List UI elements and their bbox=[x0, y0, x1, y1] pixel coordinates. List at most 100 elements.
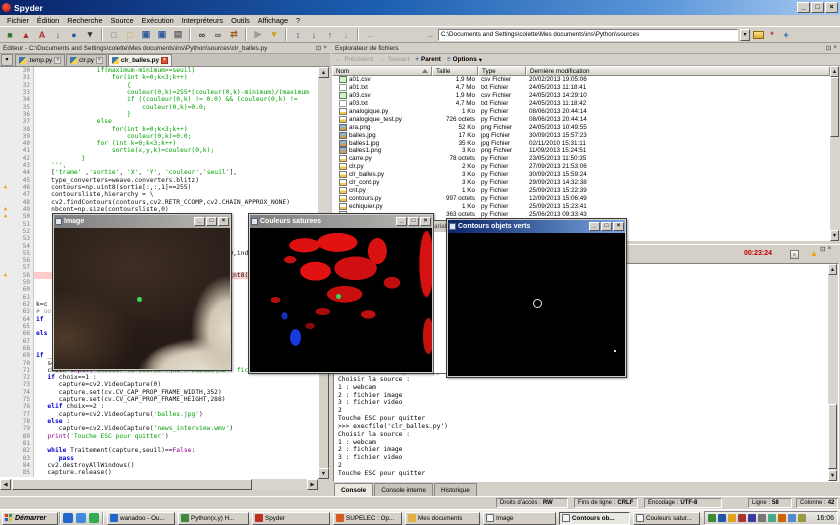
minimize-button[interactable]: _ bbox=[194, 217, 205, 226]
find-in-files-icon[interactable]: ∞ bbox=[211, 28, 225, 42]
file-row[interactable]: carre.py78 octetspy Fichier23/05/2013 11… bbox=[332, 155, 830, 163]
code-line[interactable]: 84 cv2.destroyAllWindows() bbox=[0, 462, 318, 469]
code-line[interactable]: 35 couleur(0,k)=0.0; bbox=[0, 104, 318, 111]
syspath-icon[interactable]: * bbox=[766, 29, 778, 41]
task-button-image[interactable]: Image bbox=[483, 512, 556, 525]
code-line[interactable]: 39 couleur(0,k)=0.0; bbox=[0, 133, 318, 140]
file-row[interactable]: balles.jpg17 Kojpg Fichier30/09/2013 15:… bbox=[332, 131, 830, 139]
parent-button[interactable]: +Parent bbox=[415, 56, 441, 63]
menu-item-excution[interactable]: Exécution bbox=[138, 16, 178, 25]
image-window[interactable]: Image _ □ × bbox=[52, 213, 232, 371]
menu-item-dition[interactable]: Édition bbox=[33, 16, 63, 25]
file-row[interactable]: contours.py997 octetspy Fichier12/09/201… bbox=[332, 194, 830, 202]
column-header-taille[interactable]: Taille bbox=[432, 66, 478, 76]
scroll-up-icon[interactable]: ▲ bbox=[828, 264, 837, 275]
code-line[interactable]: 48 cv2.findContours(contours,cv2.RETR_CC… bbox=[0, 199, 318, 206]
file-row[interactable]: a03.csv1,9 Mocsv Fichier24/05/2013 14:29… bbox=[332, 92, 830, 100]
scroll-right-icon[interactable]: ▶ bbox=[307, 479, 318, 490]
close-button[interactable]: × bbox=[613, 222, 624, 231]
tray-icon-6[interactable] bbox=[758, 514, 766, 522]
quick-launch-icon-2[interactable] bbox=[76, 513, 86, 523]
stop-debug-icon[interactable]: ↓ bbox=[339, 28, 353, 42]
print-icon[interactable]: ▤ bbox=[171, 28, 185, 42]
scrollbar-thumb[interactable] bbox=[12, 479, 252, 490]
editor-tab-clrpy[interactable]: clr.py× bbox=[66, 54, 107, 66]
minimize-button[interactable]: _ bbox=[396, 217, 407, 226]
save-icon[interactable]: ▣ bbox=[139, 28, 153, 42]
tab-close-icon[interactable]: × bbox=[96, 57, 103, 64]
code-line[interactable]: 31 for(int k=0;k<3;k++) bbox=[0, 74, 318, 81]
file-row[interactable]: analogique.py1 Kopy Fichier08/06/2013 20… bbox=[332, 108, 830, 116]
close-button[interactable]: × bbox=[218, 217, 229, 226]
console-scrollbar[interactable]: ▲ ▼ bbox=[828, 264, 838, 481]
task-button-contoursob[interactable]: Contours ob... bbox=[559, 512, 630, 525]
code-line[interactable]: ▲46 contours=np.uint8(sortie[:,:,1]==255… bbox=[0, 184, 318, 191]
code-line[interactable]: 34 if ((couleur(0,k) != 0.0) && (couleur… bbox=[0, 96, 318, 103]
saturated-colors-window[interactable]: Couleurs saturees _ □ × bbox=[248, 213, 434, 374]
file-row[interactable]: echiquier.py1 Kopy Fichier25/09/2013 15:… bbox=[332, 202, 830, 210]
code-line[interactable]: 85 capture.release() bbox=[0, 469, 318, 476]
file-row[interactable]: a01.txt4,7 Motxt Fichier24/05/2013 11:18… bbox=[332, 84, 830, 92]
menu-item-interprteurs[interactable]: Interpréteurs bbox=[178, 16, 227, 25]
close-button[interactable]: × bbox=[825, 2, 838, 13]
code-line[interactable]: 43 ''', bbox=[0, 162, 318, 169]
scroll-up-icon[interactable]: ▲ bbox=[318, 67, 329, 78]
file-row[interactable]: ara.png52 Kopng Fichier24/05/2013 10:49:… bbox=[332, 123, 830, 131]
task-button-wanadooou[interactable]: wanadoo - Ou... bbox=[107, 512, 175, 525]
find-icon[interactable]: ∞ bbox=[195, 28, 209, 42]
tools-caret-icon[interactable]: ▾ bbox=[83, 28, 97, 42]
editor-tab-temppy[interactable]: .temp.py× bbox=[15, 54, 65, 66]
address-dropdown-icon[interactable]: ▾ bbox=[740, 29, 750, 41]
scrollbar-thumb[interactable] bbox=[830, 77, 839, 137]
tray-icon-4[interactable] bbox=[738, 514, 746, 522]
code-line[interactable]: 80 print('Touche ESC pour quitter') bbox=[0, 433, 318, 440]
scroll-left-icon[interactable]: ◀ bbox=[0, 479, 11, 490]
tab-browse-icon[interactable]: ▾ bbox=[1, 54, 13, 66]
maximize-button[interactable]: □ bbox=[206, 217, 217, 226]
file-row[interactable]: clr_balles.py3 Kopy Fichier30/09/2013 15… bbox=[332, 171, 830, 179]
scroll-down-icon[interactable]: ▼ bbox=[318, 468, 329, 479]
run-icon[interactable]: ▶ bbox=[251, 28, 265, 42]
menu-item-fichier[interactable]: Fichier bbox=[3, 16, 33, 25]
saturated-window-titlebar[interactable]: Couleurs saturees _ □ × bbox=[250, 215, 432, 228]
undock-icon[interactable]: ⊡ bbox=[316, 44, 321, 52]
code-line[interactable]: 40 for (int k=0;k<3;k++) bbox=[0, 140, 318, 147]
run-config-icon[interactable]: ▾ bbox=[267, 28, 281, 42]
column-header-nom[interactable]: Nom bbox=[332, 66, 432, 76]
code-line[interactable]: 38 for(int k=0;k<3;k++) bbox=[0, 126, 318, 133]
menu-item-affichage[interactable]: Affichage bbox=[254, 16, 292, 25]
replace-icon[interactable]: ⇄ bbox=[227, 28, 241, 42]
tray-icon-2[interactable] bbox=[718, 514, 726, 522]
tray-icon-8[interactable] bbox=[778, 514, 786, 522]
code-line[interactable]: 78 else : bbox=[0, 418, 318, 425]
scroll-down-icon[interactable]: ▼ bbox=[830, 230, 839, 241]
scroll-up-icon[interactable]: ▲ bbox=[830, 66, 839, 77]
undock-icon[interactable]: ⊡ bbox=[820, 245, 825, 253]
menu-item-?[interactable]: ? bbox=[292, 16, 304, 25]
maximize-button[interactable]: □ bbox=[408, 217, 419, 226]
import-icon[interactable]: ↓ bbox=[51, 28, 65, 42]
file-row[interactable]: clr_cont.py3 Kopy Fichier29/09/2013 14:3… bbox=[332, 179, 830, 187]
task-button-mesdocuments[interactable]: Mes documents bbox=[405, 512, 480, 525]
task-button-couleurssatur[interactable]: Couleurs satur... bbox=[633, 512, 700, 525]
scrollbar-thumb[interactable] bbox=[828, 404, 837, 469]
open-file-icon[interactable]: □ bbox=[123, 28, 137, 42]
code-line[interactable]: 45 type_converters=weave.converters.blit… bbox=[0, 177, 318, 184]
file-row[interactable]: balles1.jpg35 Kojpg Fichier02/11/2010 15… bbox=[332, 139, 830, 147]
tray-icon-9[interactable] bbox=[788, 514, 796, 522]
code-line[interactable]: 36 } bbox=[0, 111, 318, 118]
layout-icon[interactable]: ▲ bbox=[19, 28, 33, 42]
step-into-icon[interactable]: ↓ bbox=[307, 28, 321, 42]
options-button[interactable]: ≡Options▾ bbox=[447, 56, 482, 64]
file-row[interactable]: a01.csv1,9 Mocsv Fichier20/02/2013 19:05… bbox=[332, 76, 830, 84]
close-pane-icon[interactable]: × bbox=[323, 44, 327, 52]
column-header-derniremodification[interactable]: Dernière modification bbox=[526, 66, 830, 76]
scroll-down-icon[interactable]: ▼ bbox=[828, 470, 837, 481]
maximize-button[interactable]: □ bbox=[601, 222, 612, 231]
console-tab-console-interne[interactable]: Console interne bbox=[374, 483, 433, 496]
undock-icon[interactable]: ⊡ bbox=[826, 44, 831, 52]
tray-icon-3[interactable] bbox=[728, 514, 736, 522]
contours-window-titlebar[interactable]: Contours objets verts _ □ × bbox=[448, 220, 625, 233]
code-line[interactable]: 76 elif choix==2 : bbox=[0, 403, 318, 410]
code-line[interactable]: 74 capture.set(cv.CV_CAP_PROP_FRAME_WIDT… bbox=[0, 389, 318, 396]
